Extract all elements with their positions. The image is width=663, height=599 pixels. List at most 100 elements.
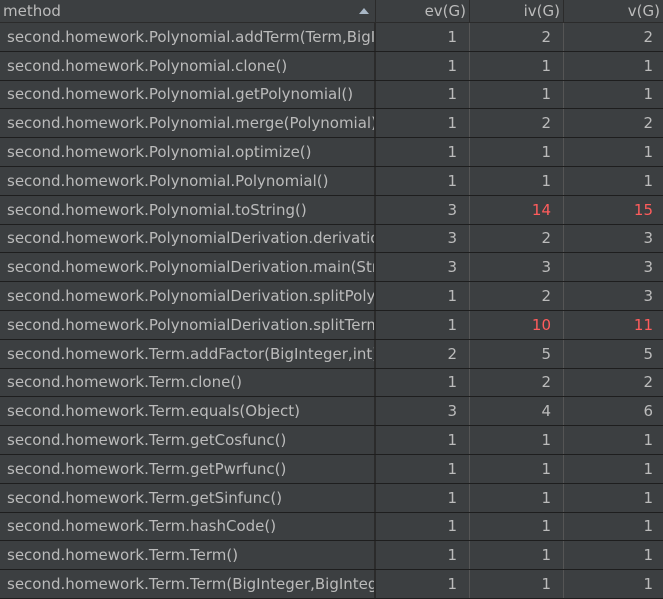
table-row[interactable]: second.homework.Term.hashCode() 1 1 1 [0, 512, 663, 542]
ev-value-cell: 1 [376, 282, 470, 310]
method-name-cell: second.homework.Polynomial.getPolynomial… [0, 80, 376, 109]
table-row[interactable]: second.homework.Term.Term(BigInteger,Big… [0, 570, 663, 599]
ev-value-cell: 1 [376, 541, 470, 570]
table-row[interactable]: second.homework.PolynomialDerivation.spl… [0, 310, 663, 340]
v-value-cell: 1 [564, 166, 663, 195]
table-row[interactable]: second.homework.PolynomialDerivation.der… [0, 224, 663, 254]
v-value-cell: 1 [564, 512, 663, 541]
ev-value-cell: 1 [376, 512, 470, 541]
v-value-cell: 1 [564, 570, 663, 598]
method-name-cell: second.homework.Term.getCosfunc() [0, 426, 376, 454]
method-name-cell: second.homework.Polynomial.Polynomial() [0, 166, 376, 195]
v-value-cell: 6 [564, 397, 663, 426]
column-header-method-label: method [3, 2, 61, 20]
ev-value-cell: 1 [376, 310, 470, 339]
table-row[interactable]: second.homework.Polynomial.getPolynomial… [0, 80, 663, 110]
v-value-cell: 2 [564, 23, 663, 51]
iv-value-cell: 1 [470, 483, 564, 512]
method-name-cell: second.homework.Polynomial.addTerm(Term,… [0, 23, 376, 51]
method-name-cell: second.homework.Polynomial.optimize() [0, 138, 376, 166]
method-name-cell: second.homework.PolynomialDerivation.spl… [0, 310, 376, 339]
iv-value-cell: 1 [470, 426, 564, 454]
method-name-cell: second.homework.Term.addFactor(BigIntege… [0, 339, 376, 368]
iv-value-cell: 10 [470, 310, 564, 339]
ev-value-cell: 3 [376, 224, 470, 253]
table-row[interactable]: second.homework.Term.clone() 1 2 2 [0, 368, 663, 398]
column-header-v-label: v(G) [627, 2, 660, 20]
table-row[interactable]: second.homework.Term.addFactor(BigIntege… [0, 339, 663, 369]
table-row[interactable]: second.homework.PolynomialDerivation.spl… [0, 282, 663, 311]
method-name-cell: second.homework.Term.getPwrfunc() [0, 454, 376, 483]
ev-value-cell: 1 [376, 109, 470, 138]
table-row[interactable]: second.homework.Polynomial.addTerm(Term,… [0, 23, 663, 52]
iv-value-cell: 1 [470, 454, 564, 483]
iv-value-cell: 5 [470, 339, 564, 368]
column-header-method[interactable]: method [0, 0, 376, 22]
table-body: second.homework.Polynomial.addTerm(Term,… [0, 23, 663, 599]
table-row[interactable]: second.homework.Term.equals(Object) 3 4 6 [0, 397, 663, 427]
iv-value-cell: 2 [470, 224, 564, 253]
iv-value-cell: 2 [470, 282, 564, 310]
v-value-cell: 11 [564, 310, 663, 339]
iv-value-cell: 3 [470, 253, 564, 282]
iv-value-cell: 1 [470, 51, 564, 80]
column-header-ev[interactable]: ev(G) [376, 0, 470, 22]
ev-value-cell: 1 [376, 80, 470, 109]
iv-value-cell: 14 [470, 195, 564, 224]
method-name-cell: second.homework.Term.equals(Object) [0, 397, 376, 426]
table-row[interactable]: second.homework.Term.Term() 1 1 1 [0, 541, 663, 571]
ev-value-cell: 1 [376, 368, 470, 397]
ev-value-cell: 1 [376, 51, 470, 80]
ev-value-cell: 1 [376, 483, 470, 512]
iv-value-cell: 2 [470, 23, 564, 51]
method-name-cell: second.homework.Term.Term(BigInteger,Big… [0, 570, 376, 598]
ev-value-cell: 1 [376, 426, 470, 454]
method-name-cell: second.homework.Term.Term() [0, 541, 376, 570]
v-value-cell: 2 [564, 109, 663, 138]
method-name-cell: second.homework.Term.clone() [0, 368, 376, 397]
v-value-cell: 1 [564, 454, 663, 483]
ev-value-cell: 1 [376, 23, 470, 51]
column-header-iv[interactable]: iv(G) [470, 0, 564, 22]
iv-value-cell: 1 [470, 570, 564, 598]
iv-value-cell: 1 [470, 541, 564, 570]
ev-value-cell: 1 [376, 570, 470, 598]
v-value-cell: 1 [564, 51, 663, 80]
iv-value-cell: 1 [470, 512, 564, 541]
table-row[interactable]: second.homework.PolynomialDerivation.mai… [0, 253, 663, 283]
ev-value-cell: 3 [376, 253, 470, 282]
method-name-cell: second.homework.Polynomial.merge(Polynom… [0, 109, 376, 138]
ev-value-cell: 1 [376, 454, 470, 483]
v-value-cell: 1 [564, 426, 663, 454]
method-name-cell: second.homework.PolynomialDerivation.spl… [0, 282, 376, 310]
v-value-cell: 2 [564, 368, 663, 397]
ev-value-cell: 1 [376, 166, 470, 195]
iv-value-cell: 2 [470, 368, 564, 397]
v-value-cell: 1 [564, 541, 663, 570]
ev-value-cell: 3 [376, 397, 470, 426]
method-name-cell: second.homework.PolynomialDerivation.mai… [0, 253, 376, 282]
iv-value-cell: 4 [470, 397, 564, 426]
column-header-iv-label: iv(G) [523, 2, 560, 20]
method-name-cell: second.homework.Polynomial.toString() [0, 195, 376, 224]
table-row[interactable]: second.homework.Polynomial.Polynomial() 1… [0, 166, 663, 196]
ev-value-cell: 1 [376, 138, 470, 166]
column-header-v[interactable]: v(G) [564, 0, 663, 22]
table-row[interactable]: second.homework.Polynomial.clone() 1 1 1 [0, 51, 663, 81]
table-row[interactable]: second.homework.Term.getCosfunc() 1 1 1 [0, 426, 663, 455]
sort-ascending-icon[interactable] [359, 8, 369, 14]
table-row[interactable]: second.homework.Polynomial.merge(Polynom… [0, 109, 663, 139]
iv-value-cell: 1 [470, 80, 564, 109]
v-value-cell: 1 [564, 138, 663, 166]
table-row[interactable]: second.homework.Polynomial.optimize() 1 1 1 [0, 138, 663, 167]
table-row[interactable]: second.homework.Term.getPwrfunc() 1 1 1 [0, 454, 663, 484]
v-value-cell: 5 [564, 339, 663, 368]
iv-value-cell: 1 [470, 138, 564, 166]
v-value-cell: 3 [564, 282, 663, 310]
table-row[interactable]: second.homework.Term.getSinfunc() 1 1 1 [0, 483, 663, 513]
v-value-cell: 1 [564, 80, 663, 109]
table-header: method ev(G) iv(G) v(G) [0, 0, 663, 23]
column-header-ev-label: ev(G) [424, 2, 466, 20]
table-row[interactable]: second.homework.Polynomial.toString() 3 14… [0, 195, 663, 225]
method-name-cell: second.homework.Polynomial.clone() [0, 51, 376, 80]
